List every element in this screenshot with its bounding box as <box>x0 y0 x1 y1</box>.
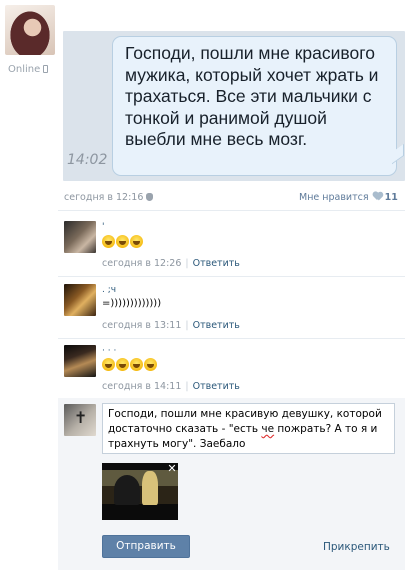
attach-link[interactable]: Прикрепить <box>323 541 390 553</box>
post-meta: сегодня в 12:16 <box>64 192 154 203</box>
comment-text <box>102 358 158 371</box>
comment-author[interactable]: · · · <box>102 346 116 356</box>
close-icon[interactable]: ✕ <box>166 463 178 475</box>
author-avatar[interactable] <box>5 5 55 55</box>
laughing-emoji-icon <box>130 235 143 248</box>
smile-emoji-icon <box>102 358 115 371</box>
laughing-emoji-icon <box>102 235 115 248</box>
heart-icon <box>373 192 383 201</box>
comment-time[interactable]: сегодня в 12:26 <box>102 258 181 269</box>
reply-input[interactable]: Господи, пошли мне красивую девушку, кот… <box>102 403 395 454</box>
comment-meta: сегодня в 14:11 | Ответить <box>102 381 240 392</box>
image-timestamp: 14:02 <box>67 152 108 168</box>
comment-text: =))))))))))))) <box>102 298 162 309</box>
comment-avatar[interactable] <box>64 221 96 253</box>
laughing-emoji-icon <box>130 358 143 371</box>
comment-meta: сегодня в 13:11 | Ответить <box>102 320 240 331</box>
reply-link[interactable]: Ответить <box>193 258 240 269</box>
grin-emoji-icon <box>144 358 157 371</box>
comment-time[interactable]: сегодня в 13:11 <box>102 320 181 331</box>
laughing-emoji-icon <box>116 235 129 248</box>
comment-text <box>102 235 144 248</box>
comment-avatar[interactable] <box>64 284 96 316</box>
comment-author[interactable]: ' <box>102 222 104 232</box>
phone-icon <box>43 65 49 73</box>
comment-author[interactable]: . ;ч <box>102 285 116 295</box>
comment-avatar[interactable] <box>64 345 96 377</box>
message-bubble: Господи, пошли мне красивого мужика, кот… <box>112 36 397 176</box>
reply-link[interactable]: Ответить <box>193 320 240 331</box>
comment-meta: сегодня в 12:26 | Ответить <box>102 258 240 269</box>
like-button[interactable]: Мне нравится 11 <box>299 192 398 203</box>
wink-emoji-icon <box>116 358 129 371</box>
current-user-avatar[interactable] <box>64 404 96 436</box>
online-status: Online <box>8 64 49 75</box>
divider <box>58 338 405 339</box>
reply-link[interactable]: Ответить <box>193 381 240 392</box>
like-count: 11 <box>384 192 398 203</box>
like-label: Мне нравится <box>299 192 369 203</box>
divider <box>58 210 405 211</box>
post-timestamp[interactable]: сегодня в 12:16 <box>64 192 143 203</box>
apple-icon <box>146 193 154 201</box>
comment-time[interactable]: сегодня в 14:11 <box>102 381 181 392</box>
send-button[interactable]: Отправить <box>102 535 190 558</box>
misspelled-word: че <box>261 423 275 435</box>
divider <box>58 276 405 277</box>
